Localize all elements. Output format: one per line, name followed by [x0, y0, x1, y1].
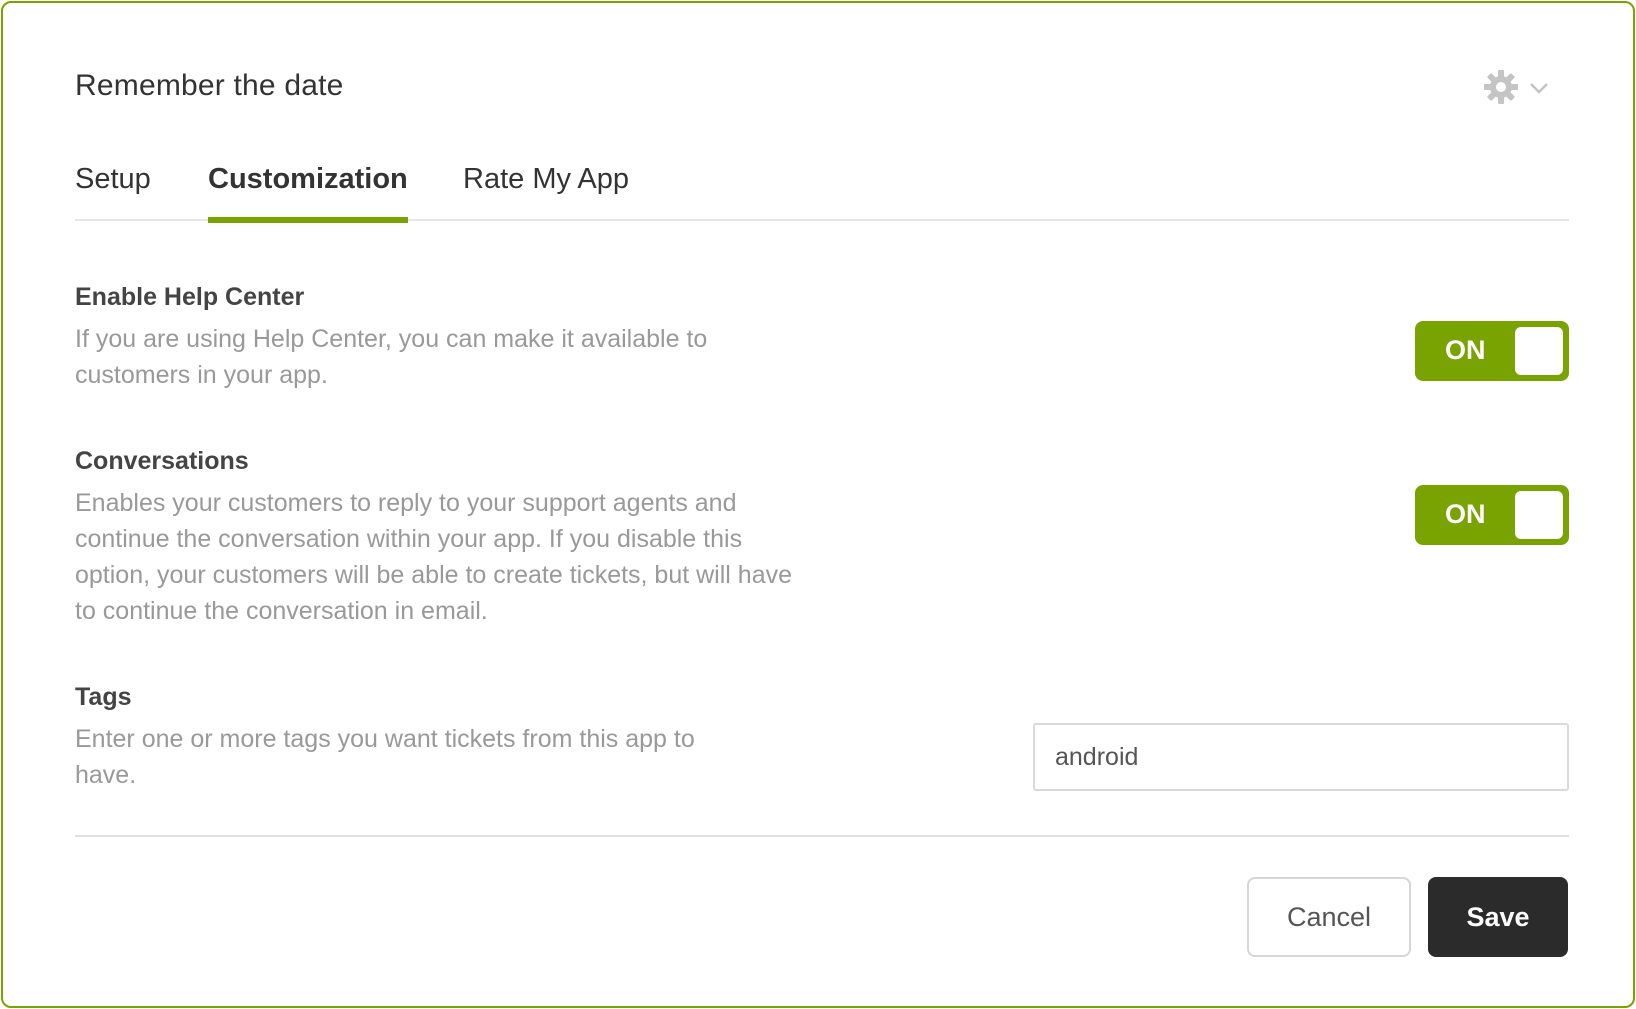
dialog-title: Remember the date — [75, 69, 344, 102]
conversations-description: Enables your customers to reply to your … — [75, 489, 793, 625]
tab-rate-my-app[interactable]: Rate My App — [463, 163, 629, 221]
toggle-knob — [1515, 491, 1563, 539]
tags-description: Enter one or more tags you want tickets … — [75, 725, 695, 789]
conversations-toggle[interactable]: ON — [1415, 485, 1569, 545]
save-button[interactable]: Save — [1428, 877, 1568, 957]
tags-title: Tags — [75, 683, 132, 711]
toggle-knob — [1515, 327, 1563, 375]
help-center-toggle[interactable]: ON — [1415, 321, 1569, 381]
gear-icon[interactable] — [1483, 69, 1519, 110]
chevron-down-icon[interactable] — [1529, 81, 1549, 99]
conversations-title: Conversations — [75, 447, 249, 475]
settings-menu[interactable] — [1483, 69, 1549, 110]
tab-setup[interactable]: Setup — [75, 163, 151, 221]
toggle-on-label: ON — [1445, 499, 1486, 529]
tab-customization[interactable]: Customization — [208, 163, 408, 223]
app-settings-dialog: Remember the date Setup Customization Ra… — [1, 1, 1635, 1008]
toggle-on-label: ON — [1445, 335, 1486, 365]
tab-bar: Setup Customization Rate My App — [75, 163, 1569, 223]
tags-input[interactable] — [1033, 723, 1569, 791]
cancel-button[interactable]: Cancel — [1247, 877, 1411, 957]
help-center-description: If you are using Help Center, you can ma… — [75, 325, 708, 389]
help-center-title: Enable Help Center — [75, 283, 305, 311]
footer-divider — [75, 835, 1569, 837]
